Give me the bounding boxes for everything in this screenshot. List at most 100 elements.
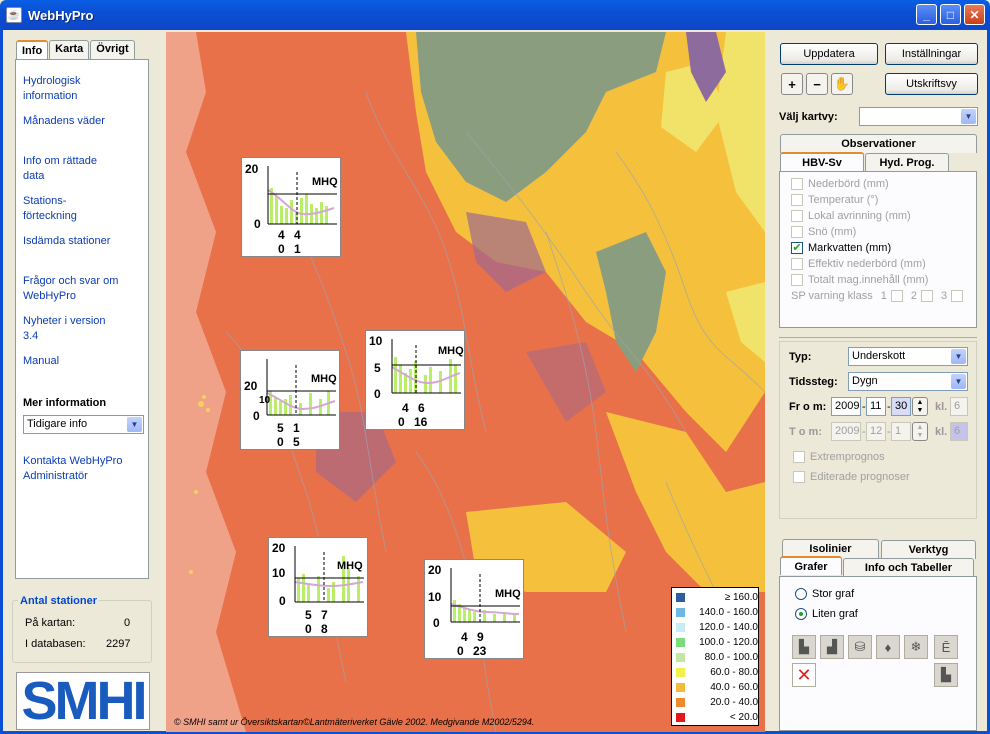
more-info-select[interactable]: Tidigare info ▼ xyxy=(23,415,144,434)
check-temperatur[interactable]: Temperatur (°) xyxy=(791,194,878,206)
on-map-value: 0 xyxy=(124,617,131,629)
graph-4-ymax: 20 xyxy=(272,541,286,555)
radio-liten-graf[interactable]: Liten graf xyxy=(795,608,858,620)
check-markvatten[interactable]: ✔ Markvatten (mm) xyxy=(791,242,891,254)
database-icon[interactable]: ⛁ xyxy=(848,635,872,659)
checkbox xyxy=(791,194,803,206)
legend-swatch xyxy=(676,607,685,617)
station-graph-4[interactable]: 20 10 0 MHQ 5 7 0 8 xyxy=(268,537,368,637)
chart-tool-icon[interactable]: ▙ xyxy=(934,663,958,687)
radio-button-selected xyxy=(795,608,807,620)
tab-info[interactable]: Info xyxy=(16,40,49,59)
map-type-select[interactable]: ▼ xyxy=(859,107,978,126)
legend-label: ≥ 160.0 xyxy=(724,591,758,603)
station-graph-1[interactable]: 20 0 MHQ 4 4 0 1 xyxy=(241,157,341,257)
tab-hyd-prog[interactable]: Hyd. Prog. xyxy=(865,153,949,172)
check-nederbord[interactable]: Nederbörd (mm) xyxy=(791,178,889,190)
zoom-in-icon[interactable]: + xyxy=(781,73,803,95)
check-editerade-prognoser[interactable]: Editerade prognoser xyxy=(793,471,910,483)
to-year-field[interactable]: 2009 xyxy=(831,422,861,441)
station-graph-5[interactable]: 20 10 0 MHQ 4 9 0 23 xyxy=(424,559,524,659)
graph-5-ymin: 0 xyxy=(433,616,440,630)
tab-grafer[interactable]: Grafer xyxy=(780,556,842,575)
to-kl-field[interactable]: 6 xyxy=(950,422,968,441)
sp-class-3-checkbox[interactable] xyxy=(951,290,964,302)
close-button[interactable]: ✕ xyxy=(964,4,985,25)
zoom-out-icon[interactable]: − xyxy=(806,73,828,95)
graph-2-day1: 5 xyxy=(277,421,284,435)
link-hydrologisk-information[interactable]: Hydrologisk information xyxy=(23,74,80,104)
station-graph-icon[interactable]: ▟ xyxy=(820,635,844,659)
maximize-button[interactable]: □ xyxy=(940,4,961,25)
check-sno[interactable]: Snö (mm) xyxy=(791,226,856,238)
legend-swatch xyxy=(676,667,685,677)
tab-observationer[interactable]: Observationer xyxy=(780,134,977,153)
link-rattade-data[interactable]: Info om rättade data xyxy=(23,154,97,184)
tab-ovrigt[interactable]: Övrigt xyxy=(90,40,135,59)
from-kl-label: kl. xyxy=(935,401,948,413)
e-graph-icon[interactable]: Ē xyxy=(934,635,958,659)
sp-class-2-checkbox[interactable] xyxy=(920,290,933,302)
check-totalt-mag[interactable]: Totalt mag.innehåll (mm) xyxy=(791,274,928,286)
divider xyxy=(779,337,977,338)
link-isdamda-stationer[interactable]: Isdämda stationer xyxy=(23,234,110,249)
graph-3-day2: 6 xyxy=(418,401,425,415)
pan-hand-icon[interactable]: ✋ xyxy=(831,73,853,95)
check-effektiv-nederbord[interactable]: Effektiv nederbörd (mm) xyxy=(791,258,926,270)
settings-button[interactable]: Inställningar xyxy=(885,43,978,65)
tab-karta[interactable]: Karta xyxy=(49,40,90,59)
link-fragor-och-svar[interactable]: Frågor och svar om WebHyPro xyxy=(23,274,118,304)
link-nyheter[interactable]: Nyheter i version 3.4 xyxy=(23,314,106,344)
legend-item: 20.0 - 40.0 xyxy=(676,695,758,709)
link-manadens-vader[interactable]: Månadens väder xyxy=(23,114,105,129)
graph-2-ymin: 0 xyxy=(253,409,260,423)
graph-4-day1: 5 xyxy=(305,608,312,622)
sp-class-1-checkbox[interactable] xyxy=(890,290,903,302)
sp-warning-label: SP varning klass xyxy=(791,290,873,302)
graph-4-month1: 0 xyxy=(305,622,312,636)
link-manual[interactable]: Manual xyxy=(23,354,59,369)
from-day-spinner[interactable]: ▲ ▼ xyxy=(912,397,928,416)
to-day-spinner[interactable]: ▲ ▼ xyxy=(912,422,928,441)
tab-info-och-tabeller[interactable]: Info och Tabeller xyxy=(843,558,974,577)
radio-label: Liten graf xyxy=(812,608,858,620)
left-tabs: Info Karta Övrigt xyxy=(16,40,136,59)
bar-graph-icon[interactable]: ▙ xyxy=(792,635,816,659)
check-label: Editerade prognoser xyxy=(810,471,910,483)
drop-icon[interactable]: ♦ xyxy=(876,635,900,659)
check-extremprognos[interactable]: Extremprognos xyxy=(793,451,885,463)
station-graph-2[interactable]: 20 10 0 MHQ 5 1 0 5 xyxy=(240,350,340,450)
link-stationsforteckning[interactable]: Stations- förteckning xyxy=(23,194,77,224)
graph-4-ymid: 10 xyxy=(272,566,286,580)
from-year-field[interactable]: 2009 xyxy=(831,397,861,416)
from-day-field[interactable]: 30 xyxy=(891,397,911,416)
update-button[interactable]: Uppdatera xyxy=(780,43,878,65)
graph-5-ymid: 10 xyxy=(428,590,442,604)
smhi-logo-text: SMHI xyxy=(21,671,148,731)
to-day-field[interactable]: 1 xyxy=(891,422,911,441)
legend-swatch xyxy=(676,682,685,692)
legend-label: < 20.0 xyxy=(729,711,758,723)
typ-select[interactable]: Underskott ▼ xyxy=(848,347,968,366)
print-view-button[interactable]: Utskriftsvy xyxy=(885,73,978,95)
disabled-graph-icon[interactable]: ✕ xyxy=(792,663,816,687)
tab-verktyg[interactable]: Verktyg xyxy=(881,540,976,559)
tidssteg-select[interactable]: Dygn ▼ xyxy=(848,372,968,391)
check-label: Totalt mag.innehåll (mm) xyxy=(808,274,929,286)
graph-5-month2: 23 xyxy=(473,644,487,658)
snowflake-icon[interactable]: ❄ xyxy=(904,635,928,659)
check-lokal-avrinning[interactable]: Lokal avrinning (mm) xyxy=(791,210,911,222)
check-label: Temperatur (°) xyxy=(808,194,879,206)
from-month-field[interactable]: 11 xyxy=(866,397,886,416)
graph-1-day1: 4 xyxy=(278,228,285,242)
graph-3-ymin: 0 xyxy=(374,387,381,401)
station-graph-3[interactable]: 10 5 0 MHQ 4 6 0 16 xyxy=(365,330,465,430)
radio-stor-graf[interactable]: Stor graf xyxy=(795,588,854,600)
tab-hbv-sv[interactable]: HBV-Sv xyxy=(780,152,864,171)
link-kontakta-admin[interactable]: Kontakta WebHyPro Administratör xyxy=(23,454,122,484)
to-month-field[interactable]: 12 xyxy=(866,422,886,441)
minimize-button[interactable]: _ xyxy=(916,4,937,25)
legend-label: 20.0 - 40.0 xyxy=(710,696,758,708)
from-kl-field[interactable]: 6 xyxy=(950,397,968,416)
map-type-label: Välj kartvy: xyxy=(779,111,838,123)
